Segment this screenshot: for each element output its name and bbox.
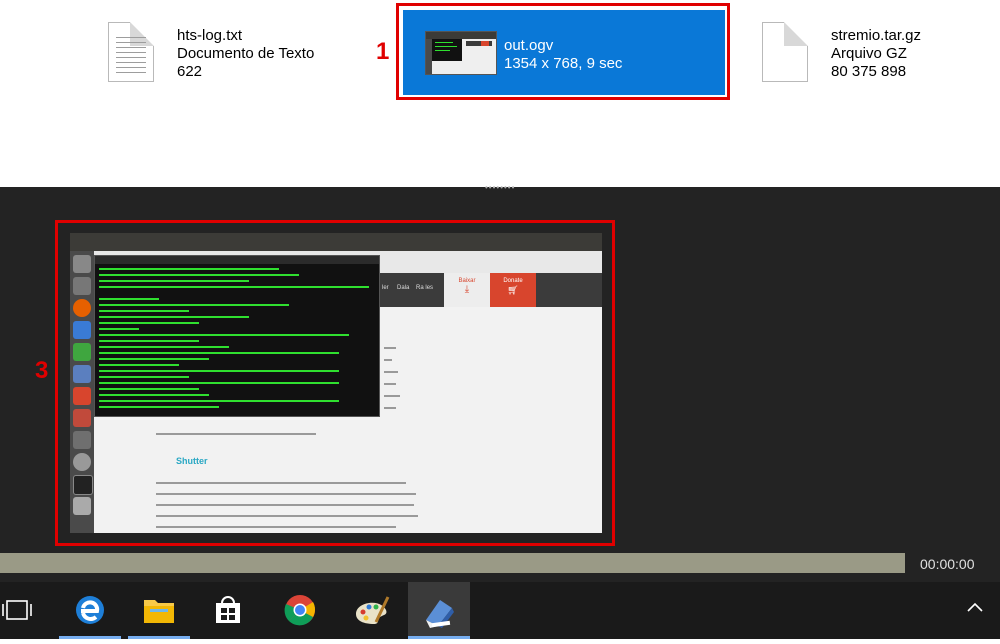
download-button: Baixar ⤓: [444, 273, 490, 307]
text-file-icon: [108, 22, 154, 82]
chevron-up-icon[interactable]: [965, 598, 985, 618]
site-header: ler Dala Ra les Baixar ⤓ Donate 🛒︎: [378, 273, 602, 307]
resize-grip[interactable]: ••••••••: [485, 186, 515, 189]
launcher-icon: [73, 387, 91, 405]
file-item-stremio[interactable]: stremio.tar.gz Arquivo GZ 80 375 898: [762, 22, 992, 86]
pen-app-button[interactable]: [408, 582, 470, 639]
file-type: Arquivo GZ: [831, 45, 907, 62]
site-nav-item: Ra les: [416, 285, 434, 291]
file-explorer-button[interactable]: [128, 582, 190, 639]
paint-icon: [356, 596, 390, 624]
donate-button: Donate 🛒︎: [490, 273, 536, 307]
file-item-hts-log[interactable]: hts-log.txt Documento de Texto 622: [108, 22, 348, 86]
file-size: 80 375 898: [831, 63, 907, 80]
launcher-icon: [73, 255, 91, 273]
launcher-icon: [73, 277, 91, 295]
file-name: out.ogv: [504, 37, 554, 54]
launcher-icon: [73, 409, 91, 427]
site-nav-item: ler: [382, 285, 389, 291]
chrome-icon: [284, 595, 316, 626]
seek-bar[interactable]: [0, 553, 905, 573]
task-view-icon: [2, 600, 32, 620]
file-size: 622: [177, 63, 203, 80]
pen-app-icon: [426, 600, 454, 628]
file-name: hts-log.txt: [177, 27, 243, 44]
annotation-marker-3: 3: [35, 357, 49, 384]
download-icon: ⤓: [464, 284, 470, 295]
launcher-icon: [73, 475, 93, 495]
paint-button[interactable]: [340, 582, 402, 639]
file-explorer-icon: [144, 600, 174, 623]
launcher-icon: [73, 431, 91, 449]
edge-icon: [76, 596, 104, 624]
store-button[interactable]: [197, 582, 259, 639]
video-frame: ler Dala Ra les Baixar ⤓ Donate 🛒︎ Shutt…: [70, 233, 602, 533]
task-view-button[interactable]: [0, 582, 62, 639]
store-icon: [216, 596, 240, 623]
launcher-icon: [73, 365, 91, 383]
terminal-window: [94, 255, 380, 417]
video-thumbnail: [425, 31, 497, 75]
launcher-icon: [73, 497, 91, 515]
annotation-marker-1: 1: [376, 38, 390, 65]
launcher-icon: [73, 321, 91, 339]
site-nav-item: Dala: [397, 285, 410, 291]
file-details: 1354 x 768, 9 sec: [504, 55, 623, 72]
chrome-button[interactable]: [269, 582, 331, 639]
edge-button[interactable]: [59, 582, 121, 639]
launcher-icon: [73, 343, 91, 361]
file-view: hts-log.txt Documento de Texto 622 out.o…: [0, 0, 1000, 187]
archive-file-icon: [762, 22, 808, 82]
launcher-icon: [73, 453, 91, 471]
page-heading: Shutter: [176, 456, 208, 466]
file-item-out-ogv[interactable]: out.ogv 1354 x 768, 9 sec: [403, 10, 725, 95]
firefox-icon: [73, 299, 91, 317]
cart-icon: 🛒︎: [507, 285, 519, 295]
desktop-launcher: [70, 251, 94, 533]
file-type: Documento de Texto: [177, 45, 315, 62]
file-name: stremio.tar.gz: [831, 27, 922, 44]
time-display: 00:00:00: [920, 556, 975, 572]
desktop-top-bar: [70, 233, 602, 251]
